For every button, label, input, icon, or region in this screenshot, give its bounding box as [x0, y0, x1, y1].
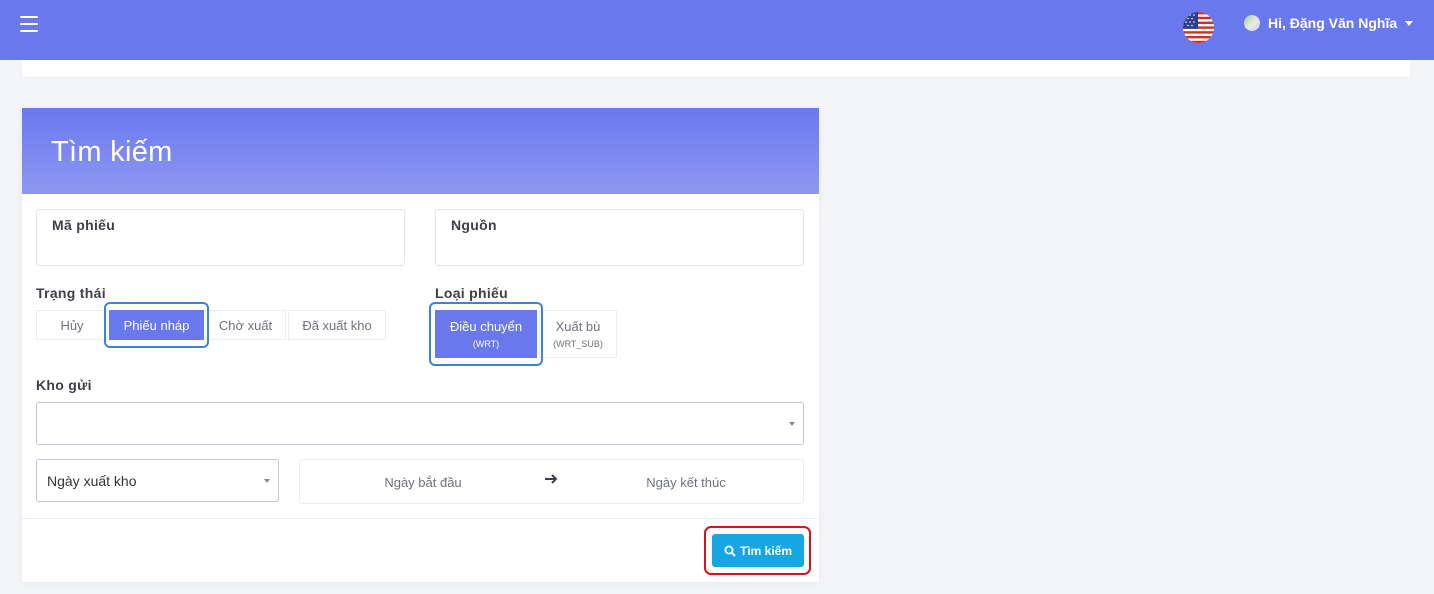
ticket-type-transfer-label: Điều chuyển — [449, 319, 523, 334]
ticket-code-field[interactable]: Mã phiếu — [36, 209, 405, 266]
dropdown-arrow-icon — [789, 421, 795, 426]
warehouse-select[interactable] — [36, 402, 804, 445]
subheader-strip — [22, 60, 1410, 77]
search-icon — [724, 545, 736, 557]
search-button[interactable]: Tìm kiếm — [712, 534, 804, 567]
warehouse-label: Kho gửi — [36, 377, 92, 393]
hamburger-menu-icon[interactable] — [20, 16, 38, 32]
avatar — [1244, 15, 1260, 31]
date-range-picker: Ngày bắt đầu Ngày kết thúc — [299, 459, 804, 504]
ticket-type-compensation-code: (WRT_SUB) — [553, 339, 603, 349]
ticket-type-transfer-code: (WRT) — [472, 339, 500, 349]
top-navbar: Hi, Đặng Văn Nghĩa — [0, 0, 1434, 60]
ticket-type-transfer[interactable]: Điều chuyển (WRT) — [435, 310, 537, 358]
user-greeting: Hi, Đặng Văn Nghĩa — [1268, 15, 1398, 31]
dropdown-arrow-icon — [264, 478, 270, 483]
ticket-type-compensation[interactable]: Xuất bù (WRT_SUB) — [539, 310, 617, 358]
source-field[interactable]: Nguồn — [435, 209, 804, 266]
ticket-type-compensation-label: Xuất bù — [555, 319, 601, 334]
ticket-code-label: Mã phiếu — [52, 217, 116, 233]
date-type-select-value: Ngày xuất kho — [47, 473, 137, 489]
date-type-select[interactable]: Ngày xuất kho — [36, 459, 279, 502]
search-card-footer — [22, 518, 819, 582]
status-option-exported[interactable]: Đã xuất kho — [288, 310, 386, 340]
page-title: Tìm kiếm — [51, 136, 173, 168]
user-menu[interactable]: Hi, Đặng Văn Nghĩa — [1244, 15, 1414, 31]
chevron-down-icon — [1405, 20, 1414, 26]
status-label: Trạng thái — [36, 285, 106, 301]
end-date-input[interactable]: Ngày kết thúc — [566, 475, 806, 490]
source-label: Nguồn — [451, 217, 497, 233]
start-date-input[interactable]: Ngày bắt đầu — [300, 475, 546, 490]
status-option-pending-export[interactable]: Chờ xuất — [205, 310, 286, 340]
arrow-right-icon — [545, 472, 559, 488]
search-button-label: Tìm kiếm — [739, 543, 793, 558]
ticket-type-label: Loại phiếu — [435, 285, 508, 301]
status-option-cancel[interactable]: Hủy — [36, 310, 108, 340]
search-card-header: Tìm kiếm — [22, 108, 819, 194]
us-flag-language-icon[interactable] — [1183, 12, 1214, 43]
search-card: Tìm kiếm Mã phiếu Nguồn Trạng thái Hủy P… — [22, 108, 819, 582]
status-option-draft[interactable]: Phiếu nháp — [109, 310, 204, 340]
